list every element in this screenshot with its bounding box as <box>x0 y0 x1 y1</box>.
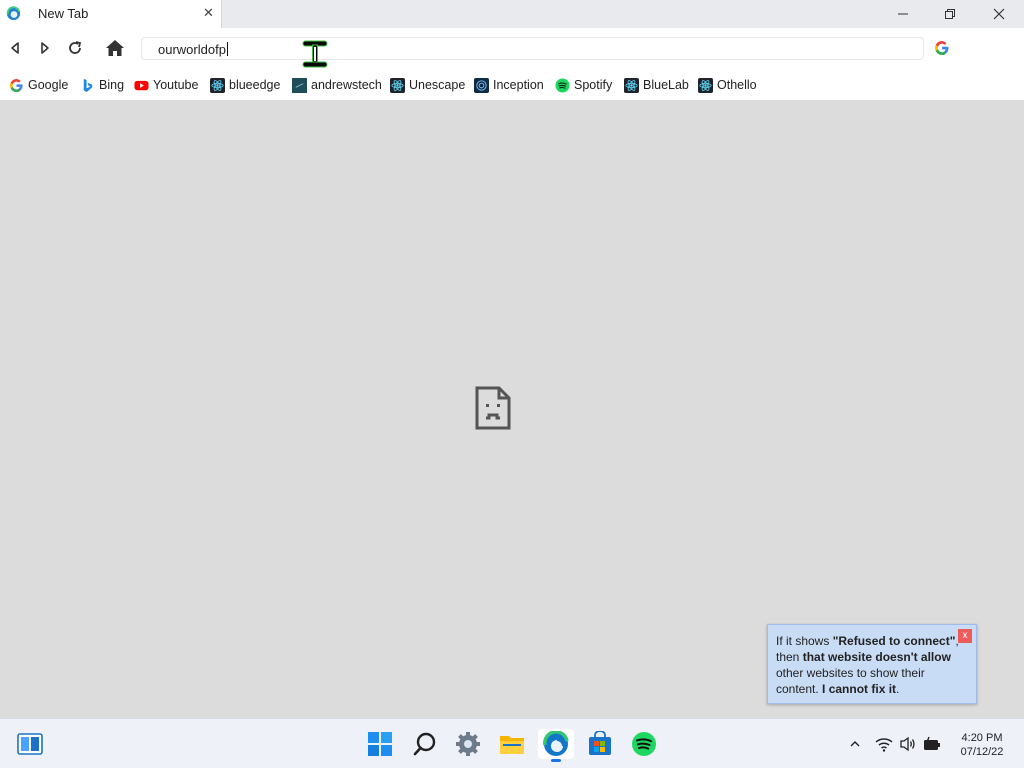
show-hidden-icons-button[interactable] <box>846 735 864 753</box>
clock-time: 4:20 PM <box>961 732 1003 744</box>
bookmark-label: Spotify <box>574 78 613 92</box>
settings-icon <box>456 732 480 756</box>
tooltip-close-button[interactable]: x <box>958 629 972 643</box>
battery-button[interactable] <box>923 735 941 753</box>
react-icon <box>698 77 713 93</box>
andrewstech-icon <box>292 77 307 93</box>
settings-button[interactable] <box>453 729 483 759</box>
react-icon <box>390 77 405 93</box>
bookmark-unescape[interactable]: Unescape <box>390 77 465 93</box>
spotify-icon <box>555 77 570 93</box>
bookmarks-bar: Google Bing Youtube blueedge andrewstech… <box>0 70 1024 100</box>
home-icon <box>106 40 124 56</box>
tooltip-text: . <box>896 682 900 696</box>
reload-button[interactable] <box>64 37 86 59</box>
tab-close-icon[interactable]: ✕ <box>203 5 214 21</box>
spotify-taskbar-button[interactable] <box>629 729 659 759</box>
widgets-button[interactable] <box>15 729 45 759</box>
bookmark-youtube[interactable]: Youtube <box>134 77 198 93</box>
youtube-icon <box>134 80 149 90</box>
search-icon <box>413 732 436 756</box>
forward-button[interactable] <box>34 37 56 59</box>
clock-date: 07/12/22 <box>960 746 1004 758</box>
tooltip-text-bold: I cannot fix it <box>822 682 897 696</box>
text-cursor-icon <box>302 40 328 68</box>
edge-icon <box>543 731 569 756</box>
bookmark-label: Inception <box>493 78 544 92</box>
tooltip-text-bold: "Refused to connect" <box>832 634 956 648</box>
search-button[interactable] <box>410 729 440 759</box>
forward-icon <box>41 42 49 54</box>
minimize-button[interactable] <box>893 4 913 24</box>
widgets-icon <box>17 733 43 755</box>
react-icon <box>210 77 225 93</box>
restore-button[interactable] <box>940 4 960 24</box>
wifi-button[interactable] <box>875 735 893 753</box>
inception-icon <box>474 77 489 93</box>
text-caret <box>226 42 228 56</box>
bookmark-othello[interactable]: Othello <box>698 77 757 93</box>
bookmark-label: Youtube <box>153 78 199 92</box>
home-button[interactable] <box>104 37 126 59</box>
title-bar: New Tab ✕ <box>0 0 1024 28</box>
microsoft-store-button[interactable] <box>585 729 615 759</box>
microsoft-store-icon <box>589 731 611 755</box>
address-text: ourworldofp <box>158 42 226 57</box>
bookmark-bing[interactable]: Bing <box>80 77 124 93</box>
file-explorer-button[interactable] <box>497 729 527 759</box>
google-icon <box>9 78 23 92</box>
sad-document-icon <box>475 386 511 430</box>
close-window-button[interactable] <box>989 4 1009 24</box>
bing-icon <box>83 78 93 92</box>
bookmark-inception[interactable]: Inception <box>474 77 544 93</box>
file-explorer-icon <box>500 736 524 754</box>
battery-charging-icon <box>924 736 940 750</box>
bookmark-label: BlueLab <box>643 78 689 92</box>
reload-icon <box>69 41 82 54</box>
tab-title: New Tab <box>38 6 89 21</box>
address-bar[interactable]: ourworldofp <box>141 37 924 60</box>
windows-start-icon <box>368 732 392 756</box>
bookmark-spotify[interactable]: Spotify <box>555 77 612 93</box>
speaker-icon <box>900 736 915 752</box>
start-button[interactable] <box>365 729 395 759</box>
wifi-icon <box>875 738 893 752</box>
bookmark-bluelab[interactable]: BlueLab <box>624 77 689 93</box>
react-icon <box>624 77 639 93</box>
back-icon <box>11 42 19 54</box>
info-tooltip: If it shows "Refused to connect", then t… <box>767 624 977 704</box>
google-search-icon[interactable] <box>934 40 950 56</box>
bookmark-label: Unescape <box>409 78 466 92</box>
edge-taskbar-button[interactable] <box>538 729 574 759</box>
bookmark-label: Google <box>28 78 69 92</box>
bookmark-label: blueedge <box>229 78 281 92</box>
active-app-indicator <box>551 759 561 762</box>
back-button[interactable] <box>4 37 26 59</box>
chevron-up-icon <box>850 741 860 747</box>
tooltip-text: If it shows <box>776 634 833 648</box>
taskbar <box>0 718 1024 768</box>
volume-button[interactable] <box>899 735 917 753</box>
bookmark-google[interactable]: Google <box>9 77 68 93</box>
system-clock[interactable]: 4:20 PM 07/12/22 <box>956 731 1008 759</box>
edge-icon <box>6 6 21 21</box>
spotify-icon <box>632 732 656 756</box>
tab-new-tab[interactable]: New Tab ✕ <box>0 0 222 28</box>
bookmark-andrewstech[interactable]: andrewstech <box>292 77 382 93</box>
bookmark-label: andrewstech <box>311 78 382 92</box>
bookmark-blueedge[interactable]: blueedge <box>210 77 280 93</box>
bookmark-label: Othello <box>717 78 757 92</box>
browser-toolbar: ourworldofp <box>0 28 1024 70</box>
bookmark-label: Bing <box>99 78 125 92</box>
tooltip-text-bold: that website doesn't allow <box>802 650 951 664</box>
